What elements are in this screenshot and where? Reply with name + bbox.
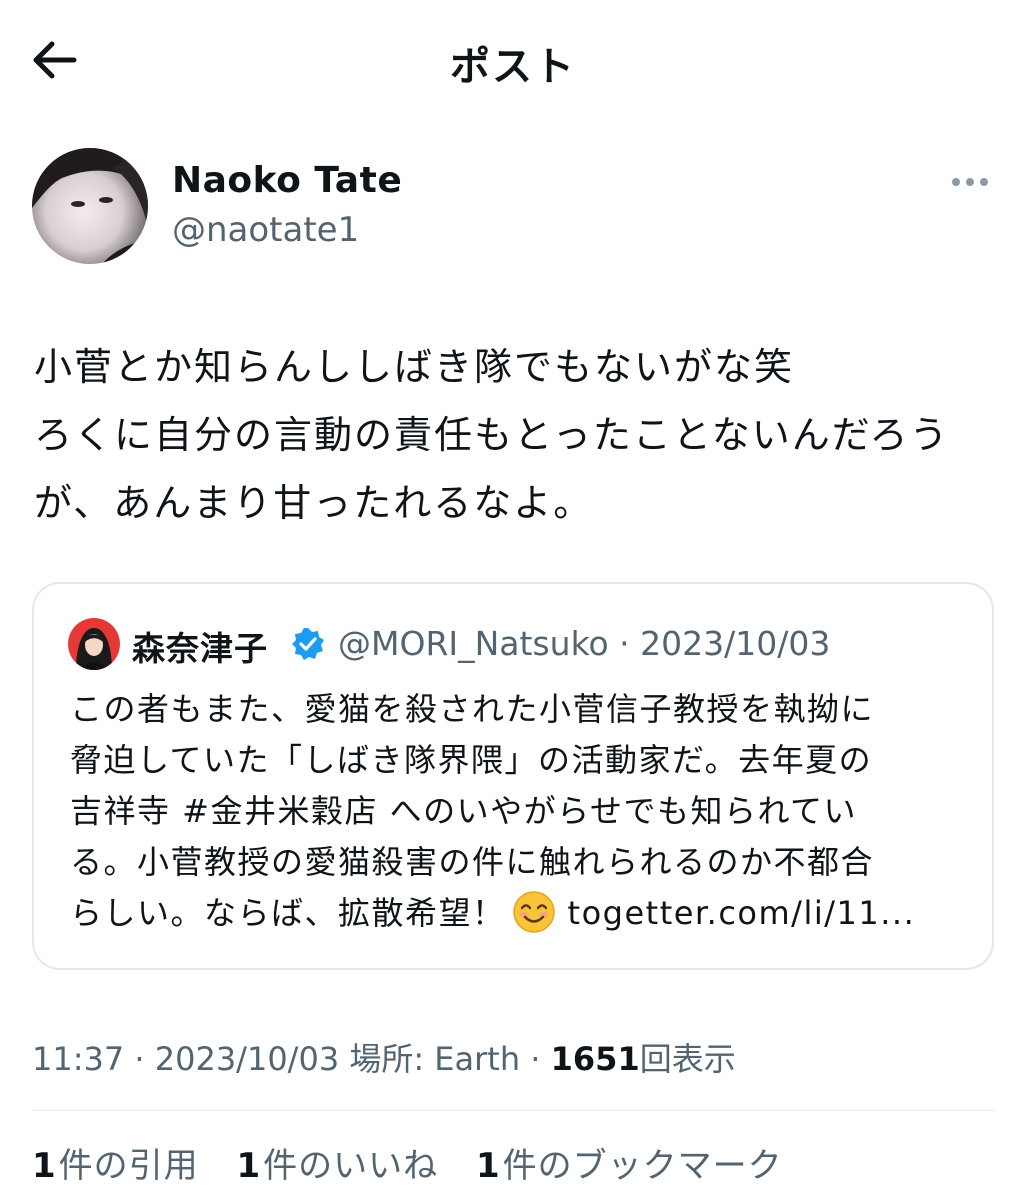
post-text-line: 小菅とか知らんししばき隊でもないがな笑 bbox=[34, 345, 795, 389]
divider bbox=[32, 1109, 994, 1111]
quoted-text-line: らしい。ならば、拡散希望！ togetter.com/li/11... bbox=[70, 888, 970, 939]
quoted-text-line: この者もまた、愛猫を殺された小菅信子教授を執拗に bbox=[70, 690, 875, 728]
verified-badge-icon bbox=[290, 626, 326, 662]
quoted-author-avatar bbox=[68, 618, 120, 670]
post-meta: 11:37 · 2023/10/03 場所: Earth · 1651回表示 bbox=[32, 1034, 736, 1080]
stat-quotes[interactable]: 1件の引用 bbox=[32, 1138, 199, 1187]
post-location: 場所: Earth bbox=[349, 1040, 521, 1078]
quoted-text-line: 脅迫していた「しばき隊界隈」の活動家だ。去年夏の bbox=[70, 741, 873, 779]
quoted-post-meta: @MORI_Natsuko · 2023/10/03 bbox=[338, 624, 831, 663]
post-text-line: ろくに自分の言動の責任もとったことないんだろう bbox=[34, 413, 950, 457]
stat-label: 件のブックマーク bbox=[502, 1146, 783, 1186]
quoted-text-segment: らしい。ならば、拡散希望！ bbox=[70, 894, 506, 932]
more-options-button[interactable] bbox=[946, 166, 994, 198]
stat-count: 1 bbox=[475, 1146, 501, 1186]
stat-label: 件のいいね bbox=[263, 1146, 439, 1186]
post-text: 小菅とか知らんししばき隊でもないがな笑 ろくに自分の言動の責任もとったことないん… bbox=[34, 333, 1014, 537]
view-count: 1651 bbox=[550, 1040, 640, 1078]
stat-count: 1 bbox=[32, 1146, 57, 1186]
quoted-text-line: 吉祥寺 #金井米穀店 へのいやがらせでも知られてい bbox=[70, 792, 858, 830]
stat-likes[interactable]: 1件のいいね bbox=[236, 1138, 438, 1187]
quoted-link[interactable]: togetter.com/li/11... bbox=[568, 894, 916, 932]
engagement-stats: 1件の引用 1件のいいね 1件のブックマーク bbox=[32, 1138, 809, 1187]
more-horizontal-icon bbox=[952, 178, 988, 186]
quoted-text-line: る。小菅教授の愛猫殺害の件に触れられるのか不都合 bbox=[70, 843, 875, 881]
meta-separator: · bbox=[530, 1040, 541, 1078]
post-timestamp[interactable]: 11:37 · 2023/10/03 bbox=[32, 1040, 339, 1078]
author-avatar[interactable] bbox=[32, 148, 148, 264]
author-display-name[interactable]: Naoko Tate bbox=[172, 160, 402, 201]
quoted-post-card[interactable]: 森奈津子 @MORI_Natsuko · 2023/10/03 この者もまた、愛… bbox=[32, 582, 994, 970]
page-title: ポスト bbox=[450, 44, 576, 90]
quoted-author-name: 森奈津子 bbox=[132, 629, 268, 668]
stat-bookmarks[interactable]: 1件のブックマーク bbox=[476, 1138, 783, 1187]
smiling-face-emoji-icon bbox=[512, 891, 555, 933]
post-detail-screen: ポスト Naoko Tate @naotate1 小菅とか知らんししばき隊でもな… bbox=[0, 0, 1026, 1200]
stat-count: 1 bbox=[236, 1146, 262, 1186]
post-text-line: が、あんまり甘ったれるなよ。 bbox=[34, 481, 594, 525]
top-bar: ポスト bbox=[0, 0, 1026, 118]
view-label: 回表示 bbox=[639, 1040, 736, 1078]
quoted-post-text: この者もまた、愛猫を殺された小菅信子教授を執拗に 脅迫していた「しばき隊界隈」の… bbox=[70, 684, 970, 939]
stat-label: 件の引用 bbox=[58, 1146, 199, 1186]
author-handle[interactable]: @naotate1 bbox=[172, 210, 359, 250]
